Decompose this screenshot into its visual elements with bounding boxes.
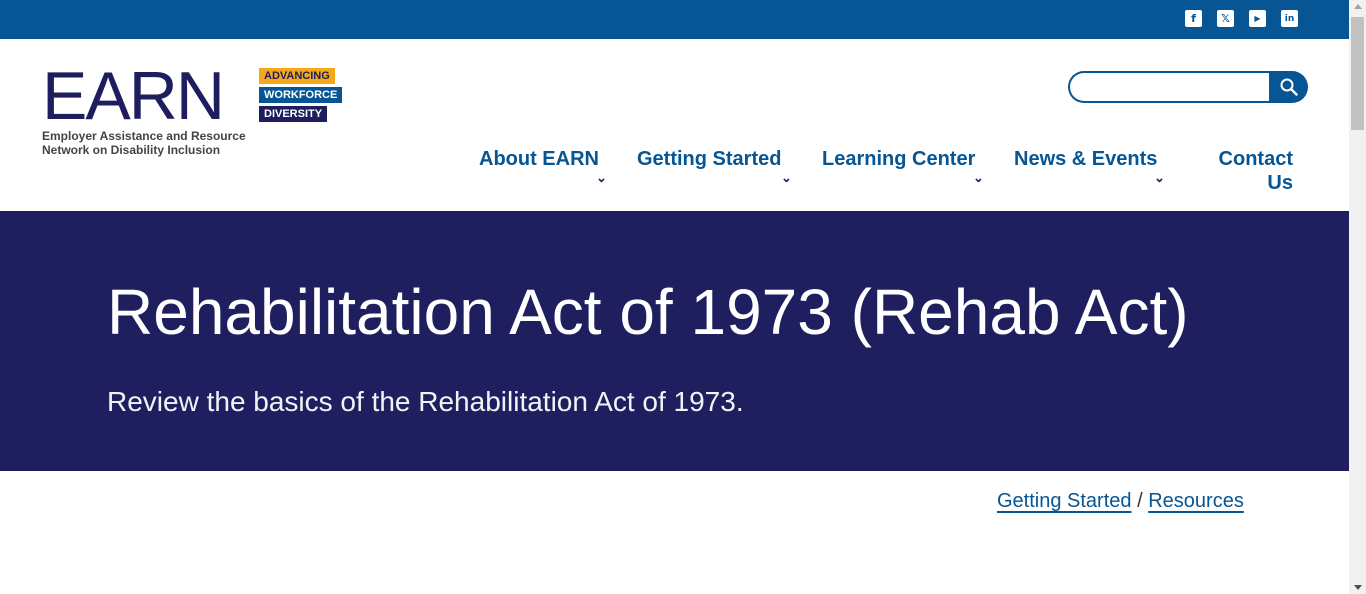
nav-contact-us[interactable]: Contact Us — [1216, 147, 1293, 195]
nav-about-earn[interactable]: About EARN — [479, 147, 599, 171]
page-title: Rehabilitation Act of 1973 (Rehab Act) — [107, 276, 1189, 348]
scroll-up-arrow-icon[interactable] — [1354, 4, 1362, 9]
chevron-down-icon[interactable]: ⌄ — [973, 170, 984, 186]
logo-subtitle-line2: Network on Disability Inclusion — [42, 143, 221, 157]
top-utility-bar: f 𝕏 ▶ in — [0, 0, 1349, 39]
logo-tag-diversity: DIVERSITY — [259, 106, 328, 122]
logo-subtitle-line1: Employer Assistance and Resource — [42, 129, 246, 143]
breadcrumb: Getting Started / Resources — [997, 490, 1244, 513]
scrollbar-thumb[interactable] — [1351, 17, 1364, 130]
nav-getting-started[interactable]: Getting Started — [637, 147, 781, 171]
facebook-icon[interactable]: f — [1185, 10, 1202, 27]
breadcrumb-separator: / — [1137, 490, 1143, 512]
page-subtitle: Review the basics of the Rehabilitation … — [107, 386, 744, 417]
search-input[interactable] — [1068, 71, 1277, 103]
earn-logo-wordmark: EARN — [42, 58, 225, 134]
nav-learning-center[interactable]: Learning Center — [822, 147, 975, 171]
breadcrumb-resources[interactable]: Resources — [1148, 490, 1244, 512]
linkedin-icon[interactable]: in — [1281, 10, 1298, 27]
search-icon — [1280, 78, 1298, 96]
search-button[interactable] — [1269, 71, 1308, 103]
logo-subtitle: Employer Assistance and Resource Network… — [42, 129, 272, 157]
breadcrumb-getting-started[interactable]: Getting Started — [997, 490, 1132, 512]
logo-tag-workforce: WORKFORCE — [259, 87, 343, 103]
site-search — [1068, 71, 1308, 103]
scroll-down-arrow-icon[interactable] — [1354, 585, 1362, 590]
youtube-icon[interactable]: ▶ — [1249, 10, 1266, 27]
chevron-down-icon[interactable]: ⌄ — [596, 170, 607, 186]
chevron-down-icon[interactable]: ⌄ — [781, 170, 792, 186]
logo-tag-advancing: ADVANCING — [259, 68, 335, 84]
nav-news-events[interactable]: News & Events — [1014, 147, 1157, 171]
x-twitter-icon[interactable]: 𝕏 — [1217, 10, 1234, 27]
chevron-down-icon[interactable]: ⌄ — [1154, 170, 1165, 186]
